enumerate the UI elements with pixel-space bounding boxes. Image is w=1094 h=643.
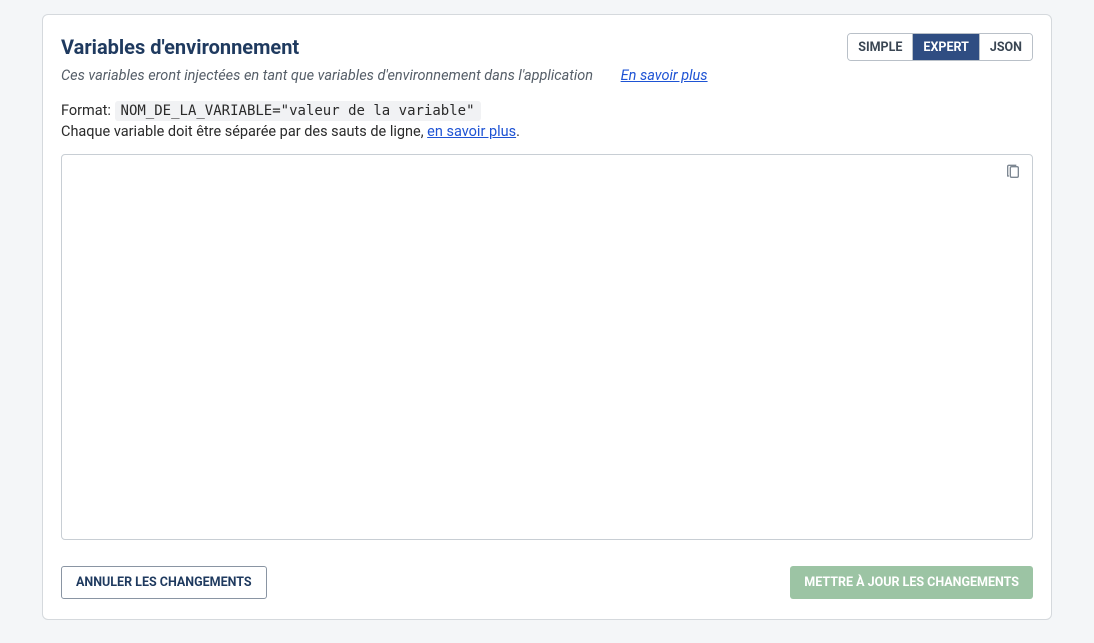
clipboard-icon[interactable] — [1005, 164, 1021, 180]
page-title: Variables d'environnement — [61, 35, 299, 59]
env-variables-input[interactable] — [61, 154, 1033, 540]
learn-more-link[interactable]: En savoir plus — [621, 67, 708, 84]
footer-actions: ANNULER LES CHANGEMENTS METTRE À JOUR LE… — [61, 566, 1033, 599]
separator-learn-more-link[interactable]: en savoir plus — [427, 123, 516, 140]
view-mode-toggle: SIMPLE EXPERT JSON — [847, 33, 1033, 61]
env-variables-panel: Variables d'environnement SIMPLE EXPERT … — [42, 14, 1052, 620]
env-textarea-wrap — [61, 154, 1033, 544]
separator-suffix: . — [516, 123, 520, 140]
tab-expert[interactable]: EXPERT — [912, 34, 978, 60]
format-example: NOM_DE_LA_VARIABLE="valeur de la variabl… — [115, 101, 481, 121]
tab-json[interactable]: JSON — [979, 34, 1032, 60]
tab-simple[interactable]: SIMPLE — [848, 34, 912, 60]
format-label: Format: — [61, 102, 115, 119]
separator-prefix: Chaque variable doit être séparée par de… — [61, 123, 427, 140]
format-line: Format: NOM_DE_LA_VARIABLE="valeur de la… — [61, 102, 1033, 119]
subtitle-text: Ces variables eront injectées en tant qu… — [61, 67, 1033, 84]
panel-header: Variables d'environnement SIMPLE EXPERT … — [61, 33, 1033, 61]
cancel-button[interactable]: ANNULER LES CHANGEMENTS — [61, 566, 267, 599]
separator-line: Chaque variable doit être séparée par de… — [61, 123, 1033, 140]
update-button[interactable]: METTRE À JOUR LES CHANGEMENTS — [790, 566, 1033, 599]
subtitle-body: Ces variables eront injectées en tant qu… — [61, 67, 593, 84]
